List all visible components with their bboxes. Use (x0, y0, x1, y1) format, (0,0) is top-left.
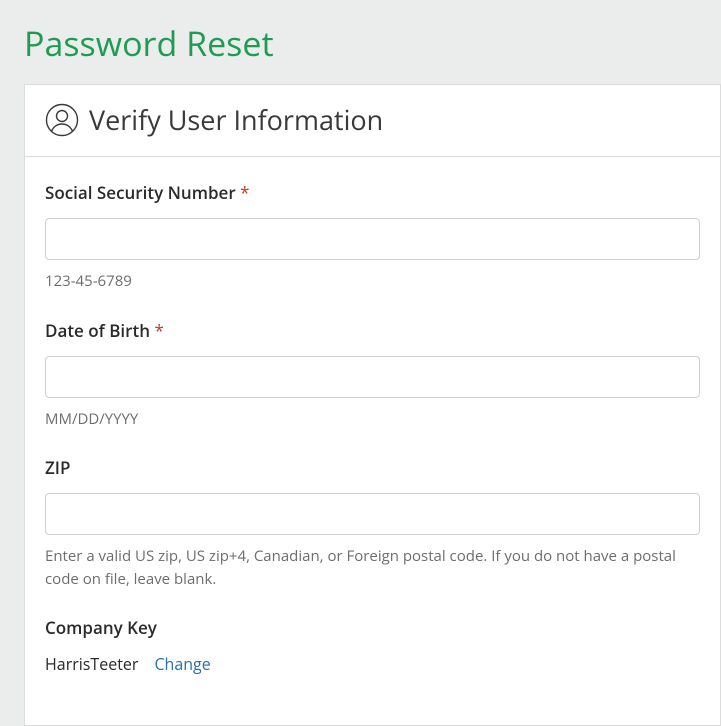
company-label: Company Key (45, 616, 700, 639)
zip-input[interactable] (45, 493, 700, 535)
change-company-link[interactable]: Change (154, 653, 210, 675)
zip-label: ZIP (45, 456, 700, 479)
verify-panel: Verify User Information Social Security … (24, 84, 721, 726)
dob-input[interactable] (45, 356, 700, 398)
dob-hint: MM/DD/YYYY (45, 408, 700, 431)
section-heading: Verify User Information (89, 101, 383, 138)
ssn-input[interactable] (45, 218, 700, 260)
zip-group: ZIP Enter a valid US zip, US zip+4, Cana… (45, 456, 700, 590)
page-title: Password Reset (0, 0, 721, 84)
company-group: Company Key HarrisTeeter Change (45, 616, 700, 675)
dob-group: Date of Birth * MM/DD/YYYY (45, 319, 700, 431)
ssn-label: Social Security Number * (45, 181, 700, 204)
required-asterisk: * (240, 181, 249, 204)
ssn-group: Social Security Number * 123-45-6789 (45, 181, 700, 293)
ssn-hint: 123-45-6789 (45, 270, 700, 293)
zip-hint: Enter a valid US zip, US zip+4, Canadian… (45, 545, 700, 590)
user-circle-icon (45, 103, 79, 137)
form-body: Social Security Number * 123-45-6789 Dat… (25, 157, 720, 725)
company-value: HarrisTeeter (45, 653, 138, 675)
dob-label: Date of Birth * (45, 319, 700, 342)
required-asterisk: * (154, 319, 163, 342)
panel-header: Verify User Information (25, 85, 720, 157)
